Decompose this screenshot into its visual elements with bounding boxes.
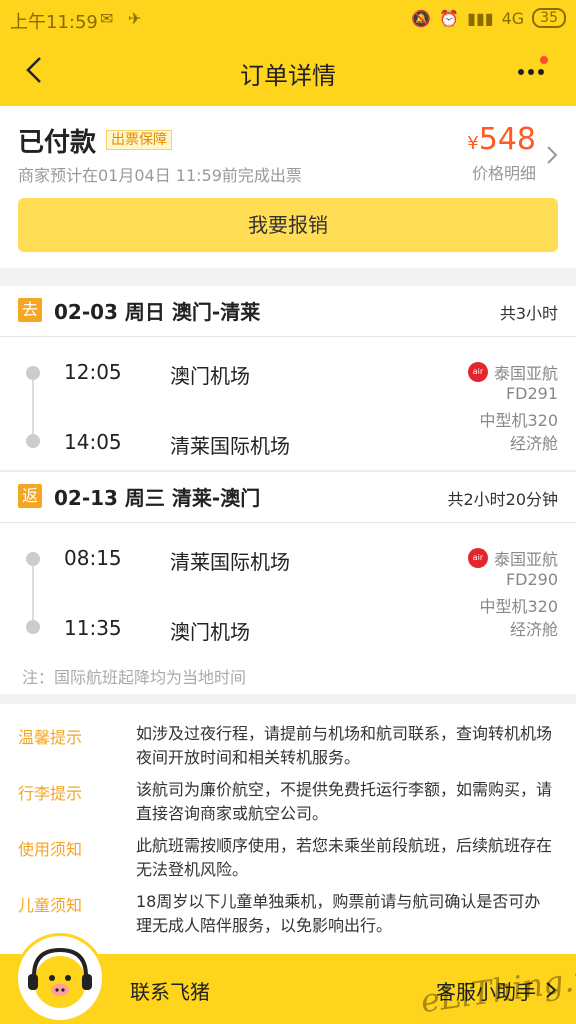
- cabin-class: 经济舱: [509, 434, 558, 453]
- airline-name: 泰国亚航: [493, 364, 558, 383]
- flight-number: FD290: [505, 570, 558, 589]
- tip-text: 该航司为廉价航空，不提供免费托运行李额，如需购买，请直接咨询商家或航空公司。: [136, 780, 553, 823]
- tip-text: 18周岁以下儿童单独乘机，购票前请与航司确认是否可办理无成人陪伴服务，以免影响出…: [136, 892, 541, 935]
- currency-symbol: ¥: [467, 133, 479, 154]
- segment-tag: 返: [18, 484, 42, 508]
- more-dot-icon: [518, 69, 524, 75]
- tip-label: 儿童须知: [18, 896, 83, 915]
- arrival-dot: [26, 434, 40, 448]
- refund-button[interactable]: 我要报销: [18, 198, 558, 252]
- flight-segment-return: 返 02-13 周三 清莱-澳门 共2小时20分钟 08:15 清莱国际机场 1…: [0, 472, 576, 694]
- divider: [0, 336, 576, 337]
- arrival-dot: [26, 620, 40, 634]
- mute-icon: 🔕: [411, 8, 432, 28]
- arrival-time: 11:35: [64, 616, 122, 640]
- tip-text: 如涉及过夜行程，请提前与机场和航司联系，查询转机机场夜间开放时间和相关转机服务。: [136, 724, 553, 767]
- wechat-icon: ✉: [100, 9, 114, 28]
- segment-date-route: 02-03 周日 澳门-清莱: [54, 300, 261, 324]
- departure-airport: 清莱国际机场: [170, 550, 290, 574]
- departure-time: 12:05: [64, 360, 122, 384]
- tip-label: 使用须知: [18, 840, 83, 859]
- more-button[interactable]: [518, 56, 558, 84]
- status-right: 🔕 ⏰ ▮▮▮ 4G 35: [411, 8, 566, 28]
- flight-number: FD291: [505, 384, 558, 403]
- chevron-right-icon[interactable]: [544, 144, 560, 166]
- aircraft-type: 中型机320: [479, 411, 558, 430]
- page-title: 订单详情: [240, 62, 336, 90]
- airasia-logo-icon: air: [467, 548, 488, 568]
- tip-label: 行李提示: [18, 784, 83, 803]
- battery-icon: 35: [532, 8, 566, 28]
- segment-date-route: 02-13 周三 清莱-澳门: [54, 486, 261, 510]
- segment-duration: 共2小时20分钟: [447, 490, 558, 509]
- arrival-airport: 澳门机场: [170, 620, 250, 644]
- departure-airport: 澳门机场: [170, 364, 250, 388]
- timeline: [32, 564, 34, 626]
- departure-time: 08:15: [64, 546, 122, 570]
- departure-dot: [26, 366, 40, 380]
- aircraft-type: 中型机320: [479, 597, 558, 616]
- top-bar: 上午11:59 ✉ ✈ 🔕 ⏰ ▮▮▮ 4G 35 订单详情: [0, 0, 576, 106]
- nav-header: 订单详情: [0, 38, 576, 106]
- ticket-eta: 商家预计在01月04日 11:59前完成出票: [18, 166, 302, 185]
- tip-label: 温馨提示: [18, 728, 83, 747]
- fliggy-mascot-icon[interactable]: [18, 936, 102, 1020]
- segment-tag: 去: [18, 298, 42, 322]
- guarantee-badge: 出票保障: [106, 130, 172, 150]
- signal-icon: ▮▮▮: [467, 8, 494, 28]
- airline: air 泰国亚航: [467, 360, 558, 384]
- tips-section: 温馨提示 如涉及过夜行程，请提前与机场和航司联系，查询转机机场夜间开放时间和相关…: [0, 704, 576, 954]
- order-status: 已付款: [18, 128, 97, 158]
- price-amount: 548: [478, 122, 536, 157]
- arrival-time: 14:05: [64, 430, 122, 454]
- network-label: 4G: [501, 8, 525, 28]
- status-bar: 上午11:59 ✉ ✈ 🔕 ⏰ ▮▮▮ 4G 35: [0, 0, 576, 38]
- tip-text: 此航班需按顺序使用，若您未乘坐前段航班，后续航班存在无法登机风险。: [136, 836, 553, 879]
- price-detail-link[interactable]: 价格明细: [472, 160, 536, 184]
- timeline: [32, 378, 34, 440]
- segment-duration: 共3小时: [499, 304, 558, 323]
- departure-dot: [26, 552, 40, 566]
- notification-dot: [540, 56, 548, 64]
- more-dot-icon: [538, 69, 544, 75]
- notification-icon: ✈: [128, 9, 142, 28]
- flight-section: 去 02-03 周日 澳门-清莱 共3小时 12:05 澳门机场 14:05 清…: [0, 286, 576, 694]
- local-time-note: 注：国际航班起降均为当地时间: [22, 668, 247, 687]
- status-time: 上午11:59: [10, 12, 98, 33]
- order-price[interactable]: ¥548: [467, 122, 536, 157]
- airasia-logo-icon: air: [467, 362, 488, 382]
- flight-segment-outbound: 去 02-03 周日 澳门-清莱 共3小时 12:05 澳门机场 14:05 清…: [0, 286, 576, 470]
- airline: air 泰国亚航: [467, 546, 558, 570]
- more-dot-icon: [528, 69, 534, 75]
- arrival-airport: 清莱国际机场: [170, 434, 290, 458]
- pig-icon: [28, 947, 92, 1008]
- contact-fliggy-button[interactable]: 联系飞猪: [130, 976, 210, 1005]
- airline-name: 泰国亚航: [493, 550, 558, 569]
- divider: [0, 522, 576, 523]
- cabin-class: 经济舱: [509, 620, 558, 639]
- alarm-icon: ⏰: [439, 8, 460, 28]
- order-status-card: 已付款 出票保障 商家预计在01月04日 11:59前完成出票 ¥548 价格明…: [0, 106, 576, 268]
